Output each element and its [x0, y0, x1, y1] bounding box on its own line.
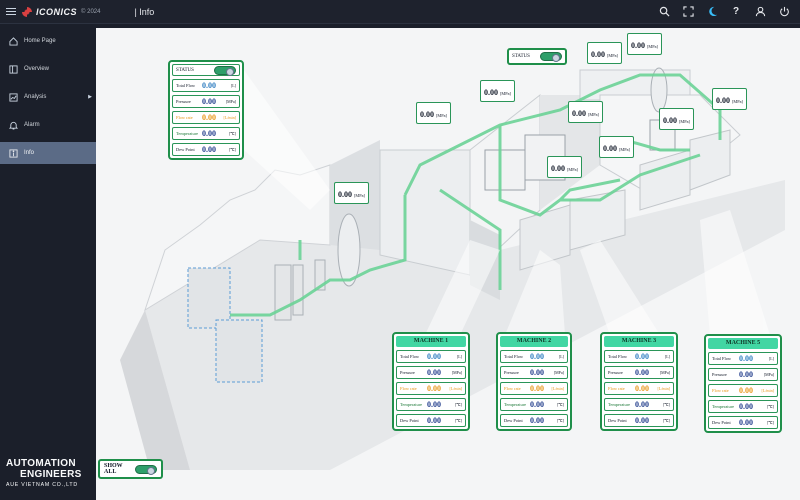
user-icon[interactable] [754, 6, 766, 18]
pressure-readout: 0.00 [MPa] [334, 182, 369, 204]
pressure-row: Pressure 0.00 [MPa] [708, 368, 778, 381]
company-logo: AUTOMATION ENGINEERS AUE VIETNAM CO.,LTD [6, 458, 92, 488]
logo-line-2: ENGINEERS [20, 469, 82, 480]
sidebar-item-overview[interactable]: Overview [0, 58, 96, 80]
temperature-row: Temperature 0.00 [℃] [396, 398, 466, 411]
temperature-row: Temperature 0.00 [℃] [172, 127, 240, 140]
temperature-row: Temperature 0.00 [℃] [500, 398, 568, 411]
status-toggle[interactable] [214, 65, 236, 76]
sidebar: Home Page Overview Analysis ▶ Alarm Info… [0, 24, 96, 500]
pressure-readout: 0.00 [MPa] [659, 108, 694, 130]
pressure-readout: 0.00 [MPa] [480, 80, 515, 102]
dew-point-row: Dew Point 0.00 [℃] [172, 143, 240, 156]
dew-point-row: Dew Point 0.00 [℃] [500, 414, 568, 427]
status-toggle[interactable] [539, 52, 562, 62]
sidebar-item-home[interactable]: Home Page [0, 30, 96, 52]
machine-title: MACHINE 2 [500, 336, 568, 347]
iconics-logo-icon [22, 6, 32, 17]
home-icon [8, 36, 18, 46]
pressure-row: Pressure 0.00 [MPa] [396, 366, 466, 379]
pressure-readout: 0.00 [MPa] [587, 42, 622, 64]
pressure-readout: 0.00 [MPa] [568, 101, 603, 123]
brand-year: © 2024 [81, 8, 101, 15]
overview-icon [8, 64, 18, 74]
total-flow-row: Total Flow 0.00 [L] [172, 79, 240, 92]
sidebar-item-alarm[interactable]: Alarm [0, 114, 96, 136]
dew-point-row: Dew Point 0.00 [℃] [604, 414, 674, 427]
moon-icon[interactable] [706, 6, 718, 18]
machine-title: MACHINE 1 [396, 336, 466, 347]
pressure-row: Pressure 0.00 [MPa] [500, 366, 568, 379]
dew-point-row: Dew Point 0.00 [℃] [708, 416, 778, 429]
sidebar-item-label: Analysis [24, 94, 47, 100]
machine-title: MACHINE 3 [604, 336, 674, 347]
show-all-label: SHOW ALL [104, 463, 123, 475]
bell-icon [8, 120, 18, 130]
pressure-row: Pressure 0.00 [MPa] [604, 366, 674, 379]
sidebar-item-info[interactable]: Info [0, 142, 96, 164]
machine-title: MACHINE 5 [708, 338, 778, 349]
power-icon[interactable] [778, 6, 790, 18]
total-flow-row: Total Flow 0.00 [L] [604, 350, 674, 363]
machine-panel-2: MACHINE 2 Total Flow 0.00 [L] Pressure 0.00… [496, 332, 572, 431]
analysis-icon [8, 92, 18, 102]
sidebar-item-label: Alarm [24, 122, 40, 128]
logo-line-3: AUE VIETNAM CO.,LTD [6, 482, 78, 488]
machine-panel-1: MACHINE 1 Total Flow 0.00 [L] Pressure 0.00… [392, 332, 470, 431]
flow-rate-row: Flow rate 0.00 [L/min] [708, 384, 778, 397]
sidebar-item-label: Overview [24, 66, 50, 72]
flow-rate-row: Flow rate 0.00 [L/min] [172, 111, 240, 124]
logo-line-1: AUTOMATION [6, 458, 76, 469]
total-flow-row: Total Flow 0.00 [L] [500, 350, 568, 363]
menu-icon[interactable] [0, 0, 22, 24]
sidebar-item-analysis[interactable]: Analysis ▶ [0, 86, 96, 108]
fullscreen-icon[interactable] [682, 6, 694, 18]
total-flow-row: Total Flow 0.00 [L] [708, 352, 778, 365]
pressure-readout: 0.00 [MPa] [627, 33, 662, 55]
pressure-row: Pressure 0.00 [MPa] [172, 95, 240, 108]
temperature-row: Temperature 0.00 [℃] [604, 398, 674, 411]
sidebar-item-label: Info [24, 150, 35, 156]
top-bar: ICONICS © 2024 | Info ? [0, 0, 800, 24]
pressure-readout: 0.00 [MPa] [416, 102, 451, 124]
show-all-control: SHOW ALL [98, 459, 163, 479]
flow-rate-row: Flow rate 0.00 [L/min] [604, 382, 674, 395]
status-chip: STATUS [507, 48, 567, 65]
search-icon[interactable] [658, 6, 670, 18]
pressure-readout: 0.00 [MPa] [599, 136, 634, 158]
chevron-right-icon: ▶ [88, 94, 92, 100]
flow-rate-row: Flow rate 0.00 [L/min] [396, 382, 466, 395]
sidebar-item-label: Home Page [24, 38, 56, 44]
pressure-readout: 0.00 [MPa] [547, 156, 582, 178]
status-label: STATUS [176, 67, 194, 73]
status-label: STATUS [512, 54, 530, 59]
flow-rate-row: Flow rate 0.00 [L/min] [500, 382, 568, 395]
help-icon[interactable]: ? [730, 6, 742, 18]
brand-name: ICONICS [36, 6, 78, 17]
show-all-toggle[interactable] [135, 464, 157, 475]
pressure-readout: 0.00 [MPa] [712, 88, 747, 110]
total-flow-row: Total Flow 0.00 [L] [396, 350, 466, 363]
info-icon [8, 148, 18, 158]
dew-point-row: Dew Point 0.00 [℃] [396, 414, 466, 427]
main-info-panel: STATUS Total Flow 0.00 [L] Pressure 0.00 [MP… [168, 60, 244, 160]
page-title: | Info [134, 6, 155, 17]
machine-panel-3: MACHINE 3 Total Flow 0.00 [L] Pressure 0.00… [600, 332, 678, 431]
machine-panel-5: MACHINE 5 Total Flow 0.00 [L] Pressure 0.00… [704, 334, 782, 433]
status-row: STATUS [172, 64, 240, 76]
temperature-row: Temperature 0.00 [℃] [708, 400, 778, 413]
plant-view: 0.00 [MPa] 0.00 [MPa] 0.00 [MPa] 0.00 [MPa] … [96, 28, 800, 500]
brand: ICONICS © 2024 [22, 6, 101, 17]
